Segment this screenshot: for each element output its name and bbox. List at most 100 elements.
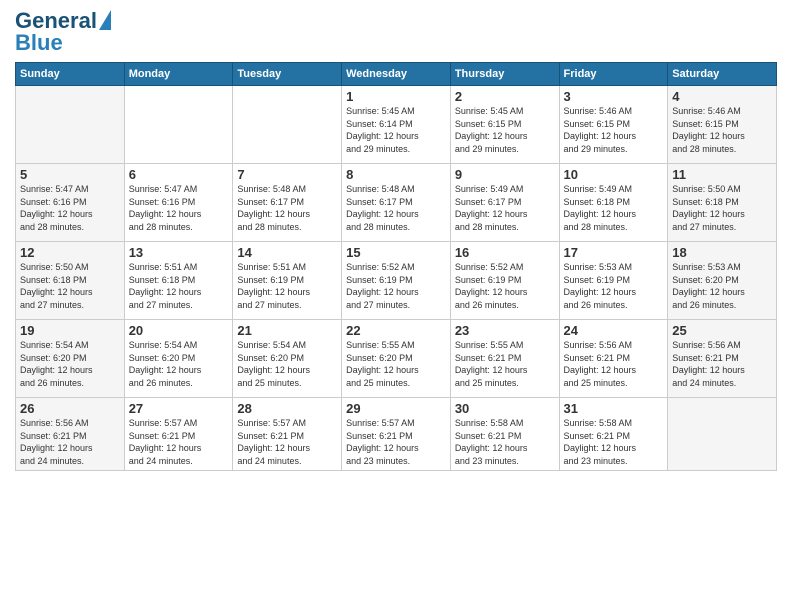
- calendar-cell: 20Sunrise: 5:54 AMSunset: 6:20 PMDayligh…: [124, 320, 233, 398]
- header-day-wednesday: Wednesday: [342, 63, 451, 86]
- day-info: Sunrise: 5:53 AMSunset: 6:19 PMDaylight:…: [564, 261, 664, 311]
- calendar-cell: 16Sunrise: 5:52 AMSunset: 6:19 PMDayligh…: [450, 242, 559, 320]
- day-info: Sunrise: 5:49 AMSunset: 6:18 PMDaylight:…: [564, 183, 664, 233]
- logo-triangle-icon: [99, 10, 111, 30]
- calendar-cell: 4Sunrise: 5:46 AMSunset: 6:15 PMDaylight…: [668, 86, 777, 164]
- day-info: Sunrise: 5:45 AMSunset: 6:14 PMDaylight:…: [346, 105, 446, 155]
- day-number: 23: [455, 323, 555, 338]
- day-info: Sunrise: 5:53 AMSunset: 6:20 PMDaylight:…: [672, 261, 772, 311]
- calendar-cell: 17Sunrise: 5:53 AMSunset: 6:19 PMDayligh…: [559, 242, 668, 320]
- logo: General Blue: [15, 10, 111, 54]
- day-info: Sunrise: 5:47 AMSunset: 6:16 PMDaylight:…: [20, 183, 120, 233]
- day-number: 9: [455, 167, 555, 182]
- logo-text-general: General: [15, 10, 97, 32]
- calendar-cell: 1Sunrise: 5:45 AMSunset: 6:14 PMDaylight…: [342, 86, 451, 164]
- day-number: 20: [129, 323, 229, 338]
- calendar-cell: 19Sunrise: 5:54 AMSunset: 6:20 PMDayligh…: [16, 320, 125, 398]
- calendar-cell: 9Sunrise: 5:49 AMSunset: 6:17 PMDaylight…: [450, 164, 559, 242]
- calendar-table: SundayMondayTuesdayWednesdayThursdayFrid…: [15, 62, 777, 471]
- day-number: 4: [672, 89, 772, 104]
- day-info: Sunrise: 5:58 AMSunset: 6:21 PMDaylight:…: [455, 417, 555, 467]
- calendar-cell: [16, 86, 125, 164]
- day-info: Sunrise: 5:45 AMSunset: 6:15 PMDaylight:…: [455, 105, 555, 155]
- day-number: 15: [346, 245, 446, 260]
- calendar-cell: 24Sunrise: 5:56 AMSunset: 6:21 PMDayligh…: [559, 320, 668, 398]
- day-info: Sunrise: 5:57 AMSunset: 6:21 PMDaylight:…: [237, 417, 337, 467]
- day-info: Sunrise: 5:54 AMSunset: 6:20 PMDaylight:…: [20, 339, 120, 389]
- calendar-cell: 21Sunrise: 5:54 AMSunset: 6:20 PMDayligh…: [233, 320, 342, 398]
- day-info: Sunrise: 5:46 AMSunset: 6:15 PMDaylight:…: [672, 105, 772, 155]
- day-info: Sunrise: 5:54 AMSunset: 6:20 PMDaylight:…: [237, 339, 337, 389]
- day-info: Sunrise: 5:50 AMSunset: 6:18 PMDaylight:…: [20, 261, 120, 311]
- day-info: Sunrise: 5:56 AMSunset: 6:21 PMDaylight:…: [564, 339, 664, 389]
- day-number: 21: [237, 323, 337, 338]
- day-number: 16: [455, 245, 555, 260]
- header-day-sunday: Sunday: [16, 63, 125, 86]
- week-row-1: 5Sunrise: 5:47 AMSunset: 6:16 PMDaylight…: [16, 164, 777, 242]
- calendar-cell: 11Sunrise: 5:50 AMSunset: 6:18 PMDayligh…: [668, 164, 777, 242]
- day-info: Sunrise: 5:47 AMSunset: 6:16 PMDaylight:…: [129, 183, 229, 233]
- day-number: 6: [129, 167, 229, 182]
- day-number: 19: [20, 323, 120, 338]
- calendar-cell: [233, 86, 342, 164]
- day-number: 17: [564, 245, 664, 260]
- day-number: 13: [129, 245, 229, 260]
- calendar-cell: 27Sunrise: 5:57 AMSunset: 6:21 PMDayligh…: [124, 398, 233, 471]
- calendar-cell: 22Sunrise: 5:55 AMSunset: 6:20 PMDayligh…: [342, 320, 451, 398]
- day-number: 24: [564, 323, 664, 338]
- day-number: 25: [672, 323, 772, 338]
- calendar-cell: 10Sunrise: 5:49 AMSunset: 6:18 PMDayligh…: [559, 164, 668, 242]
- day-number: 30: [455, 401, 555, 416]
- calendar-cell: 7Sunrise: 5:48 AMSunset: 6:17 PMDaylight…: [233, 164, 342, 242]
- week-row-0: 1Sunrise: 5:45 AMSunset: 6:14 PMDaylight…: [16, 86, 777, 164]
- day-info: Sunrise: 5:56 AMSunset: 6:21 PMDaylight:…: [672, 339, 772, 389]
- page-header: General Blue: [15, 10, 777, 54]
- week-row-4: 26Sunrise: 5:56 AMSunset: 6:21 PMDayligh…: [16, 398, 777, 471]
- calendar-cell: 3Sunrise: 5:46 AMSunset: 6:15 PMDaylight…: [559, 86, 668, 164]
- day-number: 14: [237, 245, 337, 260]
- calendar-cell: [668, 398, 777, 471]
- day-info: Sunrise: 5:58 AMSunset: 6:21 PMDaylight:…: [564, 417, 664, 467]
- day-info: Sunrise: 5:49 AMSunset: 6:17 PMDaylight:…: [455, 183, 555, 233]
- header-day-thursday: Thursday: [450, 63, 559, 86]
- day-info: Sunrise: 5:48 AMSunset: 6:17 PMDaylight:…: [237, 183, 337, 233]
- day-info: Sunrise: 5:51 AMSunset: 6:18 PMDaylight:…: [129, 261, 229, 311]
- calendar-cell: 18Sunrise: 5:53 AMSunset: 6:20 PMDayligh…: [668, 242, 777, 320]
- day-number: 27: [129, 401, 229, 416]
- day-info: Sunrise: 5:56 AMSunset: 6:21 PMDaylight:…: [20, 417, 120, 467]
- day-info: Sunrise: 5:57 AMSunset: 6:21 PMDaylight:…: [346, 417, 446, 467]
- calendar-cell: 8Sunrise: 5:48 AMSunset: 6:17 PMDaylight…: [342, 164, 451, 242]
- calendar-cell: 31Sunrise: 5:58 AMSunset: 6:21 PMDayligh…: [559, 398, 668, 471]
- day-info: Sunrise: 5:55 AMSunset: 6:21 PMDaylight:…: [455, 339, 555, 389]
- calendar-cell: 15Sunrise: 5:52 AMSunset: 6:19 PMDayligh…: [342, 242, 451, 320]
- day-number: 5: [20, 167, 120, 182]
- day-number: 1: [346, 89, 446, 104]
- logo-text-blue: Blue: [15, 32, 63, 54]
- day-number: 28: [237, 401, 337, 416]
- calendar-cell: 5Sunrise: 5:47 AMSunset: 6:16 PMDaylight…: [16, 164, 125, 242]
- day-info: Sunrise: 5:50 AMSunset: 6:18 PMDaylight:…: [672, 183, 772, 233]
- day-info: Sunrise: 5:52 AMSunset: 6:19 PMDaylight:…: [455, 261, 555, 311]
- header-row: SundayMondayTuesdayWednesdayThursdayFrid…: [16, 63, 777, 86]
- calendar-cell: 26Sunrise: 5:56 AMSunset: 6:21 PMDayligh…: [16, 398, 125, 471]
- calendar-cell: 25Sunrise: 5:56 AMSunset: 6:21 PMDayligh…: [668, 320, 777, 398]
- day-number: 26: [20, 401, 120, 416]
- day-number: 11: [672, 167, 772, 182]
- day-number: 29: [346, 401, 446, 416]
- calendar-cell: 28Sunrise: 5:57 AMSunset: 6:21 PMDayligh…: [233, 398, 342, 471]
- day-info: Sunrise: 5:52 AMSunset: 6:19 PMDaylight:…: [346, 261, 446, 311]
- calendar-cell: 30Sunrise: 5:58 AMSunset: 6:21 PMDayligh…: [450, 398, 559, 471]
- day-number: 31: [564, 401, 664, 416]
- day-number: 7: [237, 167, 337, 182]
- header-day-monday: Monday: [124, 63, 233, 86]
- day-info: Sunrise: 5:51 AMSunset: 6:19 PMDaylight:…: [237, 261, 337, 311]
- day-number: 3: [564, 89, 664, 104]
- calendar-cell: 14Sunrise: 5:51 AMSunset: 6:19 PMDayligh…: [233, 242, 342, 320]
- calendar-cell: [124, 86, 233, 164]
- header-day-friday: Friday: [559, 63, 668, 86]
- header-day-tuesday: Tuesday: [233, 63, 342, 86]
- day-info: Sunrise: 5:55 AMSunset: 6:20 PMDaylight:…: [346, 339, 446, 389]
- week-row-2: 12Sunrise: 5:50 AMSunset: 6:18 PMDayligh…: [16, 242, 777, 320]
- day-info: Sunrise: 5:46 AMSunset: 6:15 PMDaylight:…: [564, 105, 664, 155]
- day-info: Sunrise: 5:54 AMSunset: 6:20 PMDaylight:…: [129, 339, 229, 389]
